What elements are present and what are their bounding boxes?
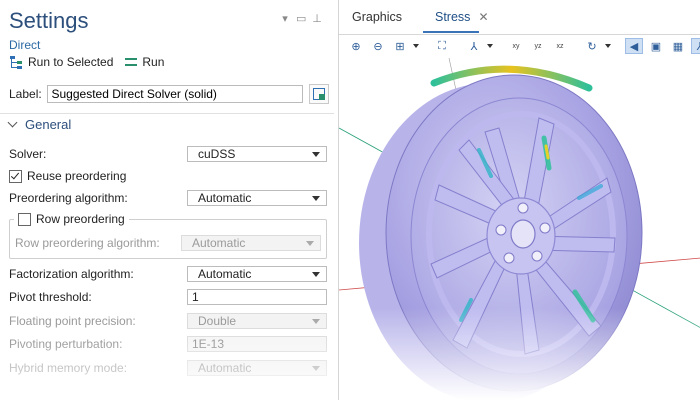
pivot-threshold-row: Pivot threshold: 1 — [9, 288, 327, 306]
hybrid-memory-mode-label: Hybrid memory mode: — [9, 361, 128, 375]
zoom-box-icon[interactable]: ⊞ — [391, 38, 409, 54]
row-preordering-algorithm-row: Row preordering algorithm: Automatic — [15, 234, 321, 252]
divider — [0, 113, 334, 114]
chevron-down-icon[interactable] — [413, 44, 419, 48]
chevron-down-icon — [312, 318, 320, 324]
tab-label: Stress — [435, 10, 471, 24]
row-preordering-checkbox[interactable] — [18, 212, 31, 226]
pivoting-perturbation-row: Pivoting perturbation: 1E-13 — [9, 335, 327, 353]
graphics-panel: Graphics Stress ✕ ⊕ ⊖ ⊞ ⛶ ⅄ xy yz xz ↻ ◀… — [338, 0, 700, 400]
panel-title: Settings — [9, 8, 89, 33]
center-bore — [510, 219, 536, 249]
lug-hole — [517, 202, 529, 214]
run-label: Run — [142, 55, 165, 69]
wireframe-icon[interactable]: ▦ — [669, 38, 687, 54]
preordering-algorithm-select[interactable]: Automatic — [187, 190, 327, 206]
preordering-algorithm-row: Preordering algorithm: Automatic — [9, 189, 327, 207]
graphics-toolbar: ⊕ ⊖ ⊞ ⛶ ⅄ xy yz xz ↻ ◀ ▣ ▦ ⅄ — [347, 38, 700, 54]
tab-stress[interactable]: Stress ✕ — [435, 10, 489, 24]
hybrid-memory-mode-value: Automatic — [198, 361, 252, 375]
zoom-in-icon[interactable]: ⊕ — [347, 38, 365, 54]
active-tab-indicator — [423, 31, 479, 33]
graphics-tab-bar: Graphics Stress ✕ — [339, 0, 700, 35]
3d-viewport[interactable] — [339, 58, 700, 400]
factorization-algorithm-value: Automatic — [198, 267, 252, 281]
chevron-down-icon — [312, 271, 320, 277]
reuse-preordering-row: Reuse preordering — [9, 169, 126, 183]
floating-point-precision-value: Double — [198, 314, 237, 328]
view-xz-icon[interactable]: xz — [551, 38, 569, 54]
window-controls: ▾ ▭ ⊥ — [280, 12, 322, 25]
preordering-algorithm-value: Automatic — [198, 191, 252, 205]
floating-point-precision-select[interactable]: Double — [187, 313, 327, 329]
preordering-algorithm-label: Preordering algorithm: — [9, 191, 128, 205]
scene-light-icon[interactable]: ◀ — [625, 38, 643, 54]
row-preordering-algorithm-select[interactable]: Automatic — [181, 235, 321, 251]
pivot-threshold-label: Pivot threshold: — [9, 290, 92, 304]
pivot-threshold-input[interactable]: 1 — [187, 289, 327, 305]
tab-label: Graphics — [352, 10, 403, 24]
solver-value: cuDSS — [198, 147, 236, 161]
axis-display-icon[interactable]: ⅄ — [691, 38, 700, 54]
dropdown-icon[interactable]: ▾ — [280, 12, 290, 25]
settings-toolbar: Run to Selected Run — [9, 55, 164, 69]
tab-graphics[interactable]: Graphics — [352, 10, 402, 24]
solver-row: Solver: cuDSS — [9, 145, 327, 163]
row-preordering-legend: Row preordering — [14, 212, 129, 226]
hybrid-memory-mode-select[interactable]: Automatic — [187, 360, 327, 376]
general-section-header[interactable]: General — [7, 117, 72, 132]
lug-hole — [531, 250, 543, 262]
row-preordering-algorithm-label: Row preordering algorithm: — [15, 236, 160, 250]
run-to-selected-button[interactable]: Run to Selected — [9, 55, 113, 69]
settings-panel: Settings ▾ ▭ ⊥ Direct Run to Selected Ru… — [0, 0, 334, 400]
run-to-selected-icon — [9, 55, 23, 69]
section-title: General — [25, 117, 72, 132]
rotate-icon[interactable]: ↻ — [583, 38, 601, 54]
node-type-label: Direct — [9, 38, 41, 52]
chevron-down-icon — [312, 151, 320, 157]
factorization-algorithm-label: Factorization algorithm: — [9, 267, 134, 281]
row-preordering-label: Row preordering — [36, 212, 125, 226]
close-icon[interactable]: ✕ — [478, 10, 488, 24]
label-note-icon[interactable] — [309, 84, 329, 104]
factorization-algorithm-row: Factorization algorithm: Automatic — [9, 265, 327, 283]
run-icon — [125, 58, 138, 66]
chevron-down-icon[interactable] — [487, 44, 493, 48]
zoom-out-icon[interactable]: ⊖ — [369, 38, 387, 54]
run-button[interactable]: Run — [125, 55, 164, 69]
view-yz-icon[interactable]: yz — [529, 38, 547, 54]
lug-hole — [495, 224, 507, 236]
label-caption: Label: — [9, 87, 42, 101]
chevron-down-icon — [306, 240, 314, 246]
transparency-icon[interactable]: ▣ — [647, 38, 665, 54]
chevron-down-icon — [312, 365, 320, 371]
zoom-extents-icon[interactable]: ⛶ — [433, 38, 451, 54]
minimize-icon[interactable]: ▭ — [296, 12, 306, 25]
label-input[interactable] — [46, 85, 304, 103]
run-to-selected-label: Run to Selected — [28, 55, 114, 69]
lug-hole — [503, 252, 515, 264]
chevron-down-icon — [312, 195, 320, 201]
pin-icon[interactable]: ⊥ — [312, 12, 322, 25]
row-preordering-algorithm-value: Automatic — [192, 236, 246, 250]
pivoting-perturbation-label: Pivoting perturbation: — [9, 337, 123, 351]
reuse-preordering-checkbox[interactable] — [9, 169, 22, 183]
factorization-algorithm-select[interactable]: Automatic — [187, 266, 327, 282]
chevron-down-icon[interactable] — [605, 44, 611, 48]
chevron-down-icon — [7, 117, 18, 128]
viewport-fade — [339, 308, 700, 400]
solver-select[interactable]: cuDSS — [187, 146, 327, 162]
floating-point-precision-row: Floating point precision: Double — [9, 312, 327, 330]
axis-orientation-icon[interactable]: ⅄ — [465, 38, 483, 54]
label-row: Label: — [9, 84, 329, 104]
pivoting-perturbation-input[interactable]: 1E-13 — [187, 336, 327, 352]
hybrid-memory-mode-row: Hybrid memory mode: Automatic — [9, 359, 327, 377]
floating-point-precision-label: Floating point precision: — [9, 314, 136, 328]
solver-label: Solver: — [9, 147, 47, 161]
reuse-preordering-label: Reuse preordering — [27, 169, 127, 183]
view-xy-icon[interactable]: xy — [507, 38, 525, 54]
lug-hole — [539, 222, 551, 234]
